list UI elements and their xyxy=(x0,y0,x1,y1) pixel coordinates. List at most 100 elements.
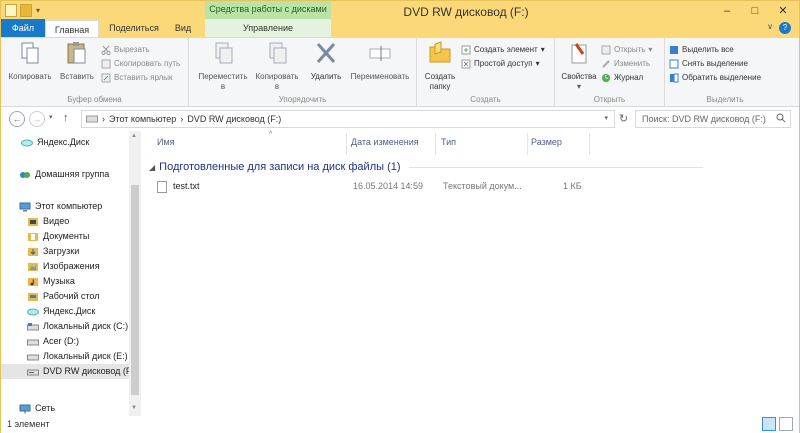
cut-label: Вырезать xyxy=(114,45,150,54)
paste-icon xyxy=(67,42,86,64)
breadcrumb-separator-icon: › xyxy=(180,114,184,124)
sidebar-item-desktop[interactable]: Рабочий стол xyxy=(27,289,100,304)
select-all-button[interactable]: Выделить все xyxy=(669,44,734,56)
sidebar-item-drive-e[interactable]: Локальный диск (E:) xyxy=(27,349,128,364)
paste-shortcut-label: Вставить ярлык xyxy=(114,73,173,82)
column-divider[interactable] xyxy=(435,133,436,155)
column-divider[interactable] xyxy=(527,133,528,155)
minimize-button[interactable]: – xyxy=(713,1,741,21)
help-icon[interactable]: ? xyxy=(779,22,791,34)
invert-selection-button[interactable]: Обратить выделение xyxy=(669,72,761,84)
sidebar-item-label: Музыка xyxy=(43,276,75,286)
open-group-label: Открыть xyxy=(593,95,626,104)
properties-qat-icon[interactable] xyxy=(5,4,17,17)
properties-button[interactable]: Свойства ▾ xyxy=(559,40,599,92)
tab-manage[interactable]: Управление xyxy=(205,19,331,37)
up-arrow-icon[interactable]: ↑ xyxy=(63,112,69,124)
column-header-size[interactable]: Размер xyxy=(531,137,562,147)
sidebar-item-music[interactable]: Музыка xyxy=(27,274,75,289)
new-item-button[interactable]: Создать элемент ▾ xyxy=(461,44,545,56)
column-header-name[interactable]: Имя xyxy=(157,137,175,147)
address-bar[interactable]: › Этот компьютер › DVD RW дисковод (F:) … xyxy=(81,110,615,128)
sidebar-item-yandex-disk[interactable]: Яндекс.Диск xyxy=(21,135,89,150)
paste-button[interactable]: Вставить xyxy=(57,40,97,82)
pictures-folder-icon xyxy=(28,262,38,271)
sidebar-item-label: Изображения xyxy=(43,261,100,271)
open-button[interactable]: Открыть ▾ xyxy=(601,44,652,56)
column-header-type[interactable]: Тип xyxy=(441,137,456,147)
sidebar-item-label: Видео xyxy=(43,216,70,226)
new-folder-button[interactable]: Создать папку xyxy=(421,40,459,92)
tab-view[interactable]: Вид xyxy=(169,19,197,37)
breadcrumb-dvd-drive[interactable]: DVD RW дисковод (F:) xyxy=(187,114,281,124)
move-to-label-1: Переместить xyxy=(198,72,248,81)
sidebar-item-drive-c[interactable]: Локальный диск (C:) xyxy=(27,319,128,334)
search-input[interactable]: Поиск: DVD RW дисковод (F:) xyxy=(635,110,791,128)
qat-customize-icon[interactable]: ▾ xyxy=(35,6,41,15)
rename-button[interactable]: Переименовать xyxy=(345,40,415,82)
scrollbar-thumb[interactable] xyxy=(131,185,139,395)
details-view-icon[interactable] xyxy=(762,417,776,431)
copy-path-button[interactable]: Скопировать путь xyxy=(101,58,180,70)
forward-arrow-icon[interactable]: → xyxy=(29,111,45,127)
large-icons-view-icon[interactable] xyxy=(779,417,793,431)
search-placeholder: Поиск: DVD RW дисковод (F:) xyxy=(642,114,766,124)
select-all-label: Выделить все xyxy=(682,45,734,54)
easy-access-button[interactable]: Простой доступ ▾ xyxy=(461,58,540,70)
select-none-label: Снять выделение xyxy=(682,59,748,68)
select-none-button[interactable]: Снять выделение xyxy=(669,58,748,70)
copy-button[interactable]: Копировать xyxy=(5,40,55,82)
sidebar-item-this-pc[interactable]: Этот компьютер xyxy=(19,199,102,214)
sidebar-item-label: Сеть xyxy=(35,403,56,413)
sidebar-item-pictures[interactable]: Изображения xyxy=(27,259,100,274)
address-dropdown-icon[interactable]: ▾ xyxy=(604,114,608,122)
tab-file[interactable]: Файл xyxy=(1,19,45,37)
tab-home[interactable]: Главная xyxy=(45,20,99,38)
computer-icon xyxy=(19,202,31,211)
history-button[interactable]: Журнал xyxy=(601,72,643,84)
sidebar-scrollbar[interactable]: ▲ ▼ xyxy=(129,131,141,416)
refresh-icon[interactable]: ↻ xyxy=(619,112,628,125)
sidebar-item-downloads[interactable]: Загрузки xyxy=(27,244,79,259)
column-header-date[interactable]: Дата изменения xyxy=(351,137,419,147)
breadcrumb-this-pc[interactable]: Этот компьютер xyxy=(109,114,176,124)
select-all-icon xyxy=(670,46,678,54)
paste-shortcut-button[interactable]: Вставить ярлык xyxy=(101,72,173,84)
sidebar-item-label: DVD RW дисковод (F:) xyxy=(43,366,137,376)
move-to-label-2: в xyxy=(220,82,226,91)
clipboard-group: Копировать Вставить Вырезать Скопировать… xyxy=(1,38,189,106)
file-date: 16.05.2014 14:59 xyxy=(353,181,424,191)
move-to-button[interactable]: Переместить в xyxy=(195,40,251,92)
desktop-folder-icon xyxy=(28,292,38,301)
sidebar-item-homegroup[interactable]: Домашняя группа xyxy=(19,167,109,182)
sidebar-item-dvd-drive[interactable]: DVD RW дисковод (F:) xyxy=(1,364,137,379)
close-button[interactable]: ✕ xyxy=(769,1,797,21)
tab-share[interactable]: Поделиться xyxy=(103,19,165,37)
recent-locations-dropdown-icon[interactable]: ▾ xyxy=(49,113,53,121)
copy-path-label: Скопировать путь xyxy=(114,59,181,68)
sidebar-item-documents[interactable]: Документы xyxy=(27,229,89,244)
edit-icon xyxy=(602,60,610,68)
sidebar-item-drive-d[interactable]: Acer (D:) xyxy=(27,334,79,349)
edit-button[interactable]: Изменить xyxy=(601,58,650,70)
file-group-header[interactable]: ◢ Подготовленные для записи на диск файл… xyxy=(149,161,401,173)
column-divider[interactable] xyxy=(346,133,347,155)
yandex-disk-icon xyxy=(21,139,33,146)
new-folder-qat-icon[interactable] xyxy=(20,4,32,17)
ribbon-expand-icon[interactable]: ∨ xyxy=(767,22,773,31)
sidebar-item-network[interactable]: Сеть xyxy=(19,401,55,416)
sidebar-item-yandex-disk-2[interactable]: Яндекс.Диск xyxy=(27,304,95,319)
scroll-up-icon[interactable]: ▲ xyxy=(131,133,137,139)
sidebar-item-label: Рабочий стол xyxy=(43,291,100,301)
column-divider[interactable] xyxy=(589,133,590,155)
file-group-title: Подготовленные для записи на диск файлы … xyxy=(159,161,401,173)
delete-button[interactable]: Удалить xyxy=(307,40,345,82)
scroll-down-icon[interactable]: ▼ xyxy=(131,405,137,411)
cut-button[interactable]: Вырезать xyxy=(101,44,150,56)
sidebar-item-video[interactable]: Видео xyxy=(27,214,69,229)
collapse-group-icon[interactable]: ◢ xyxy=(149,163,155,172)
maximize-button[interactable]: □ xyxy=(741,1,769,21)
copy-to-button[interactable]: Копировать в xyxy=(251,40,303,92)
back-arrow-icon[interactable]: ← xyxy=(9,111,25,127)
table-row[interactable]: test.txt 16.05.2014 14:59 Текстовый доку… xyxy=(157,179,627,195)
